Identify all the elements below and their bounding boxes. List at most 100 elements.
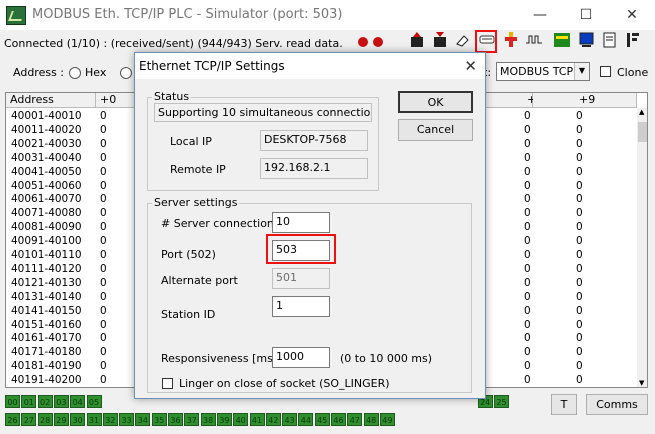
display-icon[interactable] [577, 30, 595, 50]
modbus-icon[interactable] [552, 30, 570, 50]
coil-led[interactable]: 26 [5, 413, 20, 426]
open-icon[interactable] [431, 30, 449, 50]
grid-cell-plus9[interactable]: 0 [576, 166, 583, 179]
grid-cell-plus9[interactable]: 0 [576, 360, 583, 373]
grid-cell-plus9[interactable]: 0 [576, 291, 583, 304]
coil-led[interactable]: 49 [379, 413, 395, 426]
grid-cell-plus0[interactable]: 0 [100, 249, 107, 262]
save-icon[interactable] [408, 30, 426, 50]
grid-cell-plus9[interactable]: 0 [576, 180, 583, 193]
grid-cell-plus8[interactable]: 0 [524, 291, 531, 304]
grid-cell-plus0[interactable]: 0 [100, 124, 107, 137]
grid-cell-plus9[interactable]: 0 [576, 152, 583, 165]
scroll-down-icon[interactable]: ▼ [639, 379, 644, 387]
grid-cell-plus0[interactable]: 0 [100, 207, 107, 220]
grid-cell-plus9[interactable]: 0 [576, 319, 583, 332]
plc-icon[interactable] [502, 30, 520, 50]
settings-tool-icon[interactable] [623, 30, 641, 50]
grid-cell-plus9[interactable]: 0 [576, 221, 583, 234]
ok-button[interactable]: OK [398, 91, 473, 113]
grid-cell-plus9[interactable]: 0 [576, 305, 583, 318]
grid-cell-plus8[interactable]: 0 [524, 235, 531, 248]
grid-cell-plus8[interactable]: 0 [524, 374, 531, 387]
coil-led[interactable]: 00 [5, 395, 20, 408]
grid-cell-plus8[interactable]: 0 [524, 360, 531, 373]
grid-cell-plus8[interactable]: 0 [524, 305, 531, 318]
server-connections-input[interactable]: 10 [272, 212, 330, 233]
grid-cell-plus8[interactable]: 0 [524, 152, 531, 165]
grid-cell-plus8[interactable]: 0 [524, 346, 531, 359]
grid-cell-plus9[interactable]: 0 [576, 110, 583, 123]
grid-cell-plus0[interactable]: 0 [100, 360, 107, 373]
coil-led[interactable]: 05 [86, 395, 102, 408]
coil-led[interactable]: 45 [314, 413, 330, 426]
grid-cell-plus8[interactable]: 0 [524, 207, 531, 220]
grid-cell-plus0[interactable]: 0 [100, 319, 107, 332]
grid-cell-plus0[interactable]: 0 [100, 166, 107, 179]
coil-led[interactable]: 35 [151, 413, 167, 426]
coil-led[interactable]: 30 [70, 413, 86, 426]
coil-led[interactable]: 38 [200, 413, 216, 426]
maximize-button[interactable]: ☐ [563, 0, 609, 30]
grid-cell-plus8[interactable]: 0 [524, 332, 531, 345]
coil-led[interactable]: 34 [135, 413, 151, 426]
grid-cell-plus8[interactable]: 0 [524, 166, 531, 179]
grid-cell-plus9[interactable]: 0 [576, 346, 583, 359]
protocol-select[interactable]: MODBUS TCP ▼ [496, 62, 590, 81]
responsiveness-input[interactable]: 1000 [272, 347, 330, 368]
coil-led[interactable]: 44 [298, 413, 314, 426]
coil-led[interactable]: 48 [363, 413, 379, 426]
grid-cell-plus0[interactable]: 0 [100, 305, 107, 318]
close-button[interactable]: ✕ [609, 0, 655, 30]
coil-led[interactable]: 29 [53, 413, 69, 426]
scrollbar-thumb[interactable] [638, 122, 647, 142]
grid-cell-plus9[interactable]: 0 [576, 374, 583, 387]
coil-led[interactable]: 25 [494, 395, 509, 408]
dec-radio[interactable] [120, 67, 132, 79]
grid-cell-plus9[interactable]: 0 [576, 207, 583, 220]
grid-cell-plus9[interactable]: 0 [576, 277, 583, 290]
coil-led[interactable]: 42 [265, 413, 281, 426]
scroll-up-icon[interactable]: ▲ [639, 108, 644, 116]
grid-cell-plus8[interactable]: 0 [524, 138, 531, 151]
grid-cell-plus9[interactable]: 0 [576, 138, 583, 151]
linger-checkbox[interactable] [162, 378, 173, 389]
coil-led[interactable]: 04 [70, 395, 86, 408]
coil-led[interactable]: 43 [282, 413, 298, 426]
station-id-input[interactable]: 1 [272, 296, 330, 317]
grid-cell-plus8[interactable]: 0 [524, 249, 531, 262]
t-button[interactable]: T [551, 394, 577, 415]
coil-led[interactable]: 41 [249, 413, 265, 426]
grid-cell-plus9[interactable]: 0 [576, 263, 583, 276]
grid-cell-plus8[interactable]: 0 [524, 193, 531, 206]
coil-led[interactable]: 02 [37, 395, 53, 408]
coil-led[interactable]: 36 [168, 413, 183, 426]
coil-led[interactable]: 27 [21, 413, 37, 426]
hex-radio[interactable] [69, 67, 81, 79]
grid-cell-plus8[interactable]: 0 [524, 221, 531, 234]
grid-cell-plus0[interactable]: 0 [100, 263, 107, 276]
grid-cell-plus0[interactable]: 0 [100, 193, 107, 206]
grid-cell-plus0[interactable]: 0 [100, 221, 107, 234]
grid-cell-plus0[interactable]: 0 [100, 291, 107, 304]
grid-cell-plus9[interactable]: 0 [576, 332, 583, 345]
grid-cell-plus0[interactable]: 0 [100, 346, 107, 359]
grid-cell-plus9[interactable]: 0 [576, 235, 583, 248]
grid-scrollbar[interactable]: ▲ ▼ [637, 108, 647, 387]
grid-cell-plus0[interactable]: 0 [100, 138, 107, 151]
coil-led[interactable]: 40 [233, 413, 249, 426]
coil-led[interactable]: 37 [184, 413, 200, 426]
grid-cell-plus8[interactable]: 0 [524, 124, 531, 137]
grid-cell-plus0[interactable]: 0 [100, 277, 107, 290]
coil-led[interactable]: 39 [216, 413, 232, 426]
grid-cell-plus8[interactable]: 0 [524, 180, 531, 193]
grid-cell-plus8[interactable]: 0 [524, 263, 531, 276]
close-icon[interactable]: ✕ [464, 57, 477, 75]
grid-cell-plus9[interactable]: 0 [576, 193, 583, 206]
coil-led[interactable]: 32 [102, 413, 118, 426]
coil-led[interactable]: 31 [86, 413, 102, 426]
grid-cell-plus0[interactable]: 0 [100, 235, 107, 248]
grid-cell-plus9[interactable]: 0 [576, 249, 583, 262]
document-icon[interactable] [600, 30, 618, 50]
coil-led[interactable]: 01 [21, 395, 37, 408]
